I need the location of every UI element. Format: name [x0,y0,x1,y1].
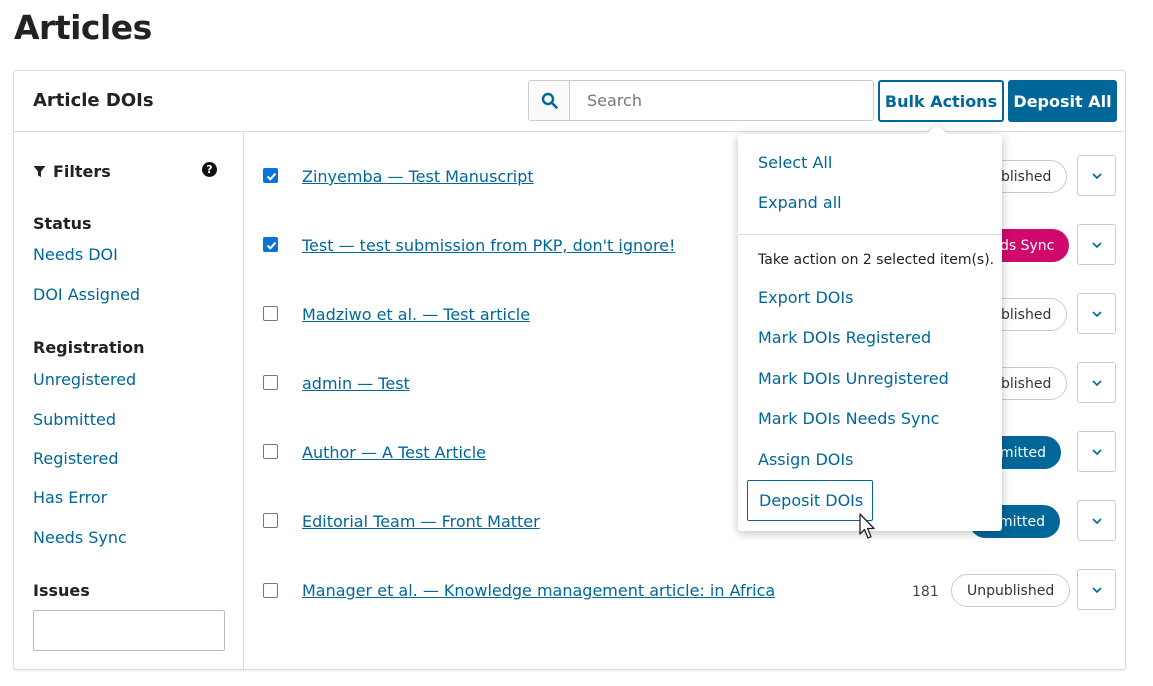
chevron-down-icon [1092,518,1102,525]
mark-needs-sync-item[interactable]: Mark DOIs Needs Sync [758,409,939,428]
row-id: 181 [912,584,939,600]
deposit-dois-item[interactable]: Deposit DOIs [747,480,873,521]
search-input[interactable] [571,81,873,120]
chevron-down-icon [1092,242,1102,249]
checkmark-icon [266,172,277,181]
row-title-link[interactable]: Zinyemba — Test Manuscript [302,167,534,186]
filter-needs-doi[interactable]: Needs DOI [33,245,118,264]
row-title-link[interactable]: Test — test submission from PKP, don't i… [302,236,675,255]
mark-registered-item[interactable]: Mark DOIs Registered [758,328,931,347]
row-title-link[interactable]: admin — Test [302,374,410,393]
expand-all-item[interactable]: Expand all [758,193,842,212]
mouse-cursor-icon [859,513,875,539]
chevron-down-icon [1092,311,1102,318]
bulk-actions-button[interactable]: Bulk Actions [878,80,1004,122]
row-title-link[interactable]: Author — A Test Article [302,443,486,462]
status-group-label: Status [33,214,92,233]
registration-group-label: Registration [33,338,145,357]
row-checkbox[interactable] [263,237,278,252]
bulk-actions-menu: Select All Expand all Take action on 2 s… [738,124,1002,531]
help-icon[interactable]: ? [202,162,217,177]
select-all-item[interactable]: Select All [758,153,832,172]
chevron-down-icon [1092,173,1102,180]
row-checkbox[interactable] [263,583,278,598]
chevron-down-icon [1092,449,1102,456]
search-icon [541,92,558,109]
filter-has-error[interactable]: Has Error [33,488,107,507]
status-badge: Unpublished [951,574,1071,607]
expand-row-button[interactable] [1077,569,1116,610]
filter-needs-sync[interactable]: Needs Sync [33,528,127,547]
mark-unregistered-item[interactable]: Mark DOIs Unregistered [758,369,949,388]
selection-caption: Take action on 2 selected item(s). [758,252,995,268]
row-checkbox[interactable] [263,375,278,390]
menu-divider [738,234,1002,235]
filters-heading: Filters [33,162,111,181]
row-checkbox[interactable] [263,513,278,528]
filter-unregistered[interactable]: Unregistered [33,370,136,389]
expand-row-button[interactable] [1077,224,1116,265]
filters-title: Filters [53,162,111,181]
chevron-down-icon [1092,380,1102,387]
row-title-link[interactable]: Manager et al. — Knowledge management ar… [302,581,775,600]
page-title: Articles [14,8,152,47]
search-box [528,80,874,121]
row-title-link[interactable]: Editorial Team — Front Matter [302,512,540,531]
assign-dois-item[interactable]: Assign DOIs [758,450,853,469]
checkmark-icon [266,241,277,250]
filter-icon [33,166,46,177]
row-checkbox[interactable] [263,168,278,183]
row-checkbox[interactable] [263,306,278,321]
chevron-down-icon [1092,587,1102,594]
filter-submitted[interactable]: Submitted [33,410,116,429]
issues-group-label: Issues [33,581,90,600]
expand-row-button[interactable] [1077,155,1116,196]
filters-sidebar: Filters ? Status Needs DOI DOI Assigned … [14,132,244,670]
panel-header: Article DOIs Bulk Actions Deposit All [14,71,1125,132]
deposit-all-button[interactable]: Deposit All [1008,80,1117,122]
issues-input[interactable] [33,610,225,651]
filter-registered[interactable]: Registered [33,449,119,468]
row-title-link[interactable]: Madziwo et al. — Test article [302,305,530,324]
search-button[interactable] [529,81,570,120]
expand-row-button[interactable] [1077,293,1116,334]
expand-row-button[interactable] [1077,431,1116,472]
filter-doi-assigned[interactable]: DOI Assigned [33,285,140,304]
expand-row-button[interactable] [1077,362,1116,403]
expand-row-button[interactable] [1077,500,1116,541]
row-checkbox[interactable] [263,444,278,459]
panel-title: Article DOIs [33,90,154,111]
export-dois-item[interactable]: Export DOIs [758,288,853,307]
